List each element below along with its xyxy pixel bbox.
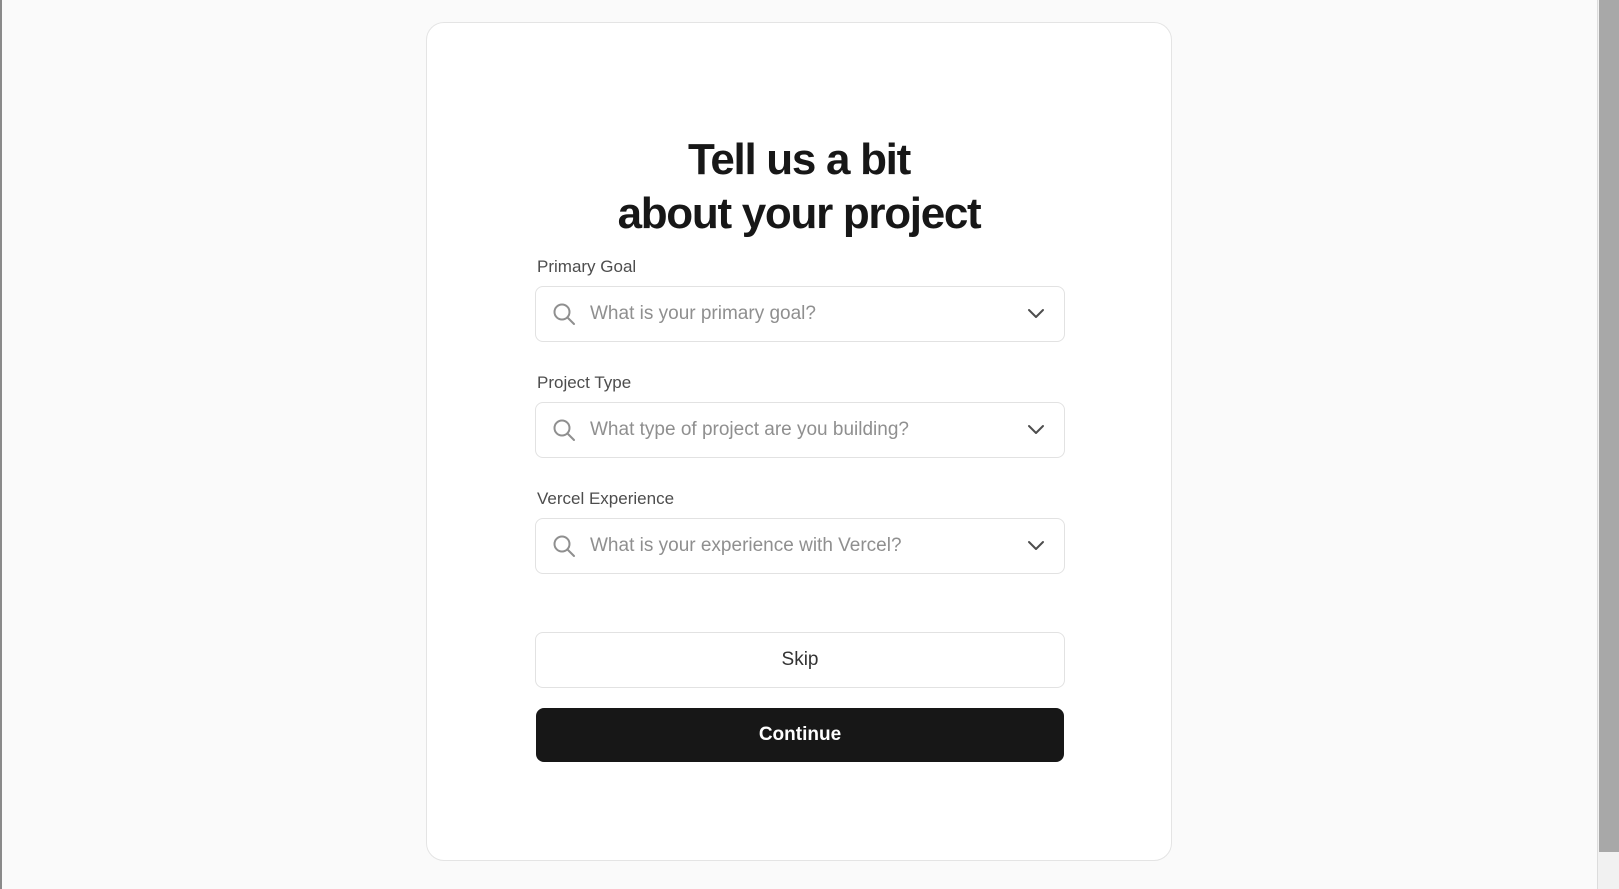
primary-goal-combobox[interactable] — [535, 286, 1065, 342]
skip-button[interactable]: Skip — [535, 632, 1065, 688]
page-viewport: Tell us a bit about your project Primary… — [0, 0, 1619, 889]
search-icon — [553, 303, 575, 325]
vercel-experience-label: Vercel Experience — [537, 489, 675, 508]
vercel-experience-input[interactable] — [590, 519, 1010, 573]
scrollbar-thumb[interactable] — [1599, 0, 1619, 852]
chevron-down-icon[interactable] — [1026, 304, 1046, 324]
vercel-experience-combobox[interactable] — [535, 518, 1065, 574]
title-line-2: about your project — [617, 189, 982, 238]
chevron-down-icon[interactable] — [1026, 536, 1046, 556]
project-type-label: Project Type — [537, 373, 632, 392]
search-icon — [553, 419, 575, 441]
page-title: Tell us a bit about your project — [427, 133, 1171, 241]
project-type-input[interactable] — [590, 403, 1010, 457]
continue-button[interactable]: Continue — [536, 708, 1064, 762]
onboarding-card: Tell us a bit about your project Primary… — [426, 22, 1172, 861]
vertical-scrollbar[interactable] — [1597, 0, 1619, 889]
title-line-1: Tell us a bit — [688, 135, 911, 184]
primary-goal-input[interactable] — [590, 287, 1010, 341]
chevron-down-icon[interactable] — [1026, 420, 1046, 440]
project-type-combobox[interactable] — [535, 402, 1065, 458]
search-icon — [553, 535, 575, 557]
primary-goal-label: Primary Goal — [537, 257, 637, 276]
